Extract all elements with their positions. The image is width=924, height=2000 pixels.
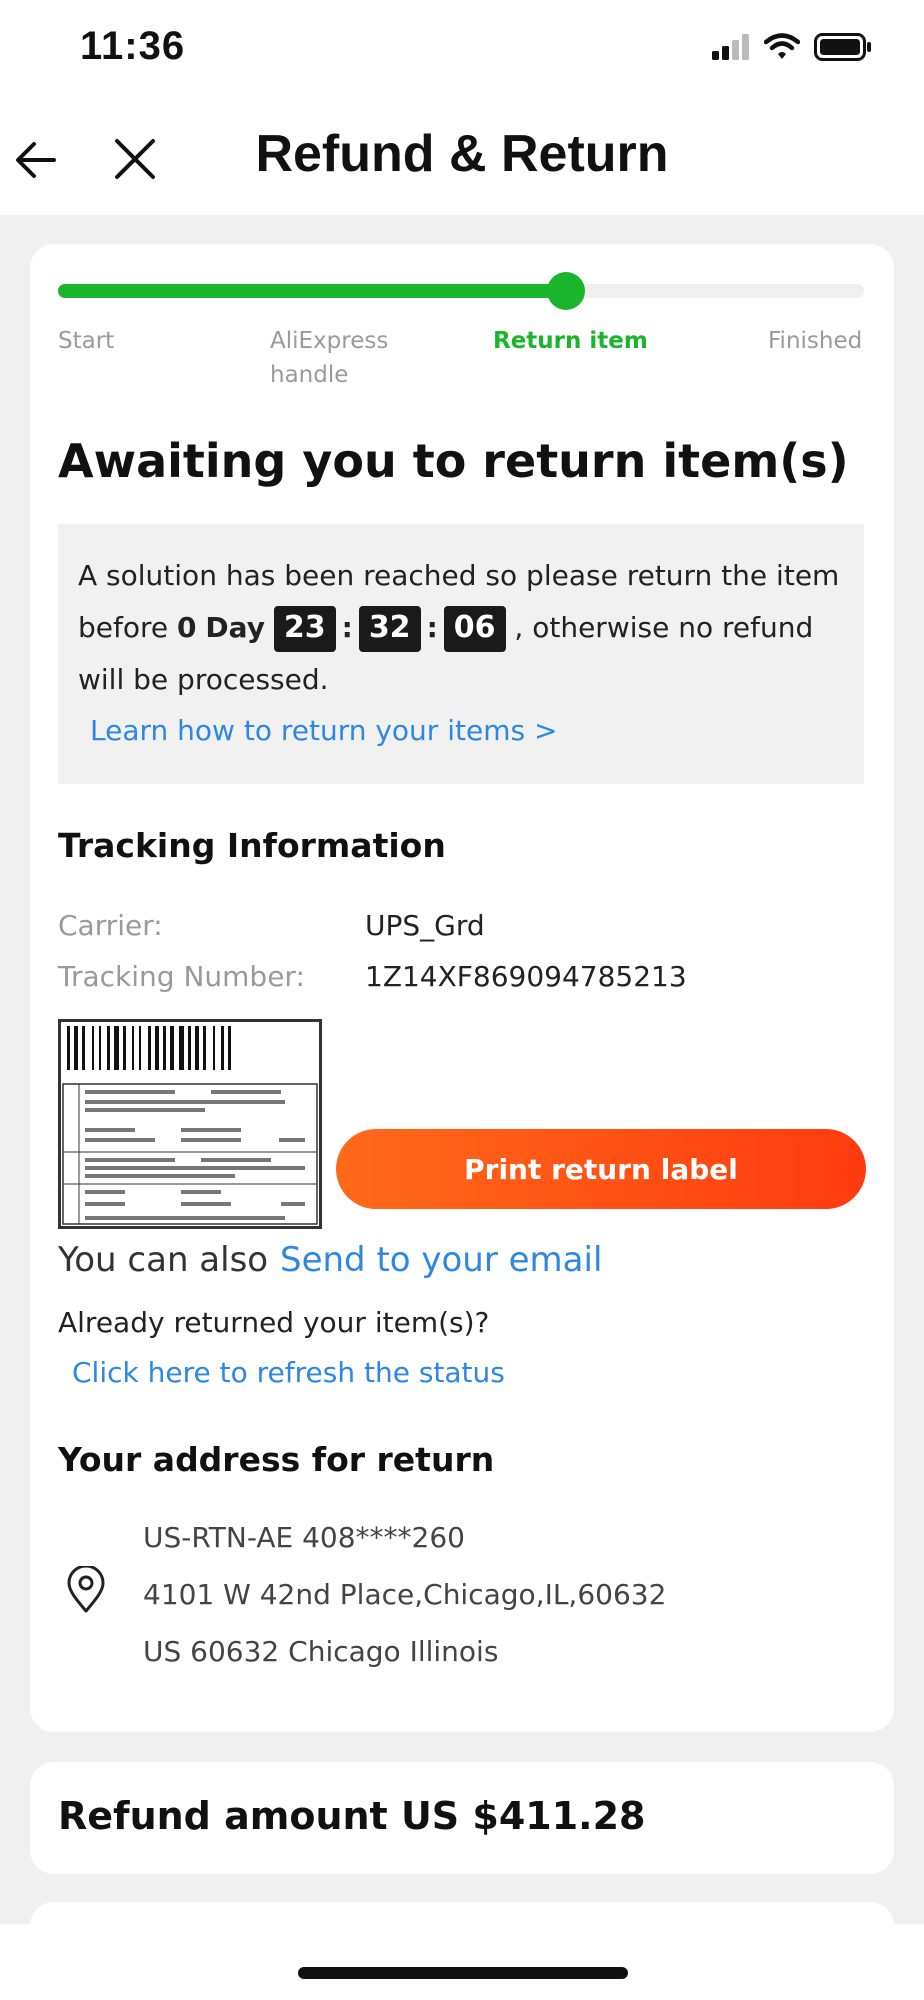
tracking-number-label: Tracking Number: [58, 960, 305, 993]
countdown-minutes: 32 [358, 606, 421, 652]
notice-text: A solution has been reached so please re… [78, 559, 840, 696]
status-icons [712, 33, 872, 61]
address-line2: 4101 W 42nd Place,Chicago,IL,60632 [143, 1578, 667, 1611]
location-pin-icon [67, 1566, 105, 1613]
already-returned-text: Already returned your item(s)? [58, 1306, 490, 1339]
step-aliexpress: AliExpress [270, 328, 389, 354]
notice-line1: A solution has been reached so please re… [78, 559, 840, 592]
signal-icon [712, 34, 749, 60]
step-handle: handle [270, 362, 349, 388]
notice-after: , otherwise no refund [514, 611, 814, 644]
countdown-day-word: Day [205, 611, 265, 644]
battery-icon [814, 33, 871, 61]
countdown-seconds: 06 [443, 606, 506, 652]
step-return-item: Return item [493, 328, 648, 354]
carrier-label: Carrier: [58, 909, 163, 942]
tracking-title: Tracking Information [58, 826, 446, 865]
address-line3: US 60632 Chicago Illinois [143, 1635, 499, 1668]
address-line1: US-RTN-AE 408****260 [143, 1521, 465, 1554]
home-area [0, 1924, 924, 2000]
status-time: 11:36 [80, 24, 186, 68]
progress-track [58, 272, 864, 310]
tracking-number-value: 1Z14XF869094785213 [365, 960, 687, 993]
carrier-value: UPS_Grd [365, 909, 485, 942]
wifi-icon [764, 33, 800, 59]
step-finished: Finished [768, 328, 863, 354]
nav-bar: Refund & Return [0, 100, 924, 215]
refund-card: Refund amount US $411.28 [30, 1762, 894, 1874]
home-indicator[interactable] [298, 1967, 628, 1979]
print-return-label-button[interactable]: Print return label [336, 1129, 866, 1209]
refund-amount: Refund amount US $411.28 [58, 1794, 646, 1838]
shipping-label-thumbnail[interactable] [58, 1019, 322, 1229]
status-heading: Awaiting you to return item(s) [58, 434, 849, 488]
return-status-card: Start AliExpress handle Return item Fini… [30, 244, 894, 1732]
page-title: Refund & Return [255, 125, 669, 183]
notice-line3: will be processed. [78, 663, 329, 696]
countdown-days: 0 [177, 611, 197, 644]
notice-before: before [78, 611, 169, 644]
refresh-status-link[interactable]: Click here to refresh the status [72, 1356, 505, 1389]
countdown-hours: 23 [273, 606, 336, 652]
step-start: Start [58, 328, 115, 354]
send-email-link[interactable]: Send to your email [280, 1240, 602, 1280]
learn-return-link[interactable]: Learn how to return your items > [90, 714, 557, 747]
status-bar: 11:36 [0, 0, 924, 100]
also-text: You can also [58, 1240, 269, 1280]
progress-fill [58, 284, 566, 298]
deadline-notice: A solution has been reached so please re… [58, 524, 864, 784]
progress-current-marker [546, 272, 585, 310]
address-title: Your address for return [58, 1440, 495, 1479]
